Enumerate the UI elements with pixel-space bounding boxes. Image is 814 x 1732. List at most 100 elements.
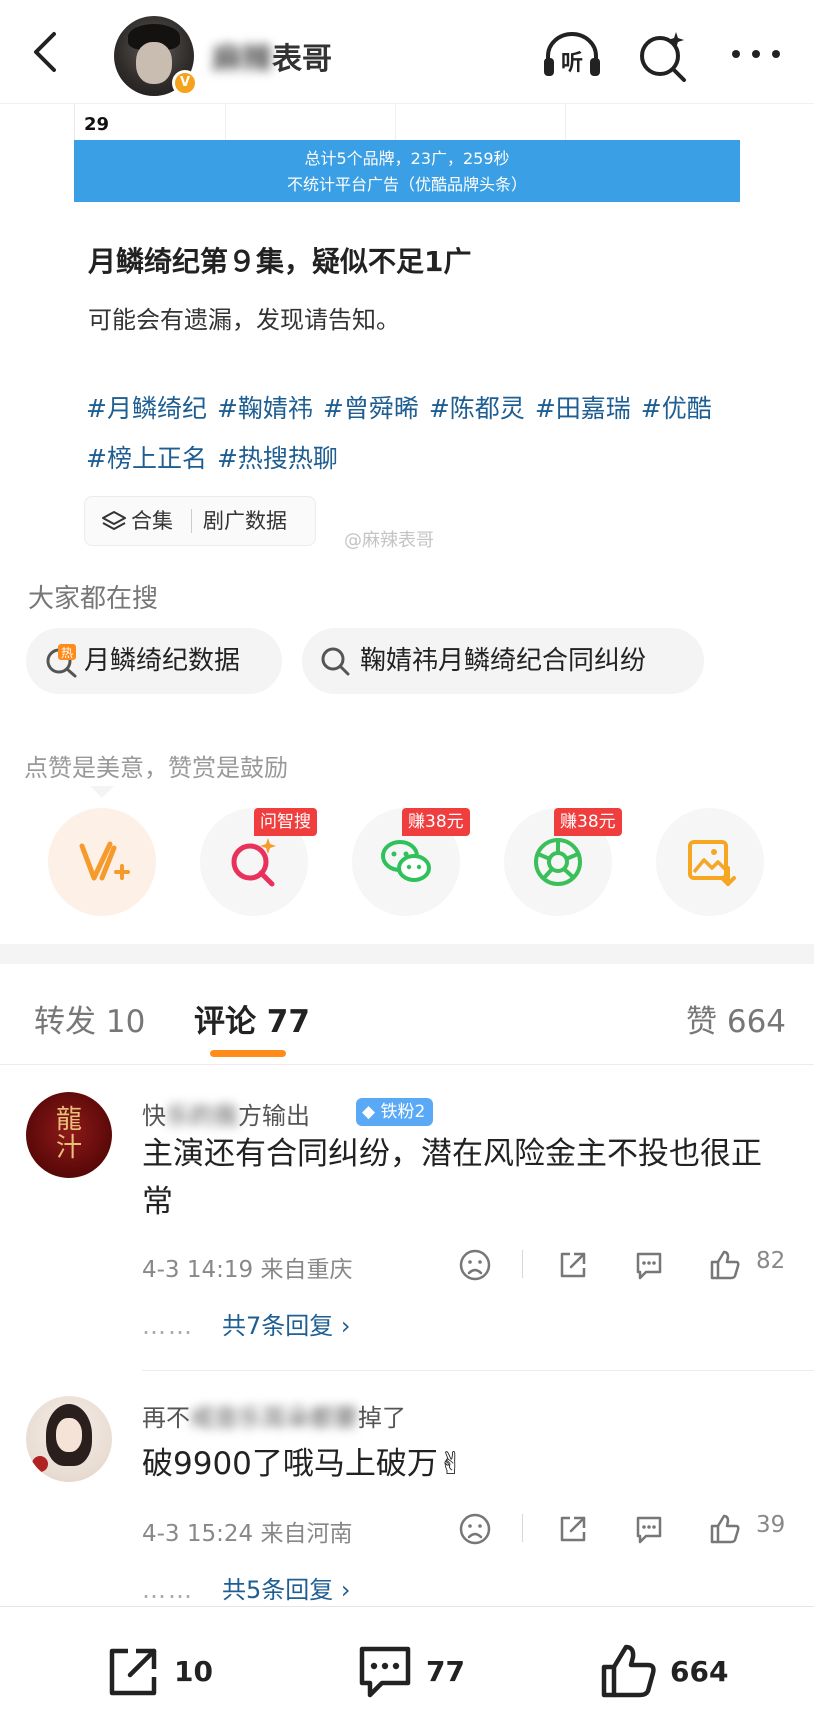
wechat-icon <box>381 840 431 882</box>
more-icon[interactable] <box>726 40 786 68</box>
avatar-face <box>56 1418 82 1452</box>
share-icon[interactable] <box>556 1248 590 1282</box>
post-title: 月鳞绮纪第９集，疑似不足1广 <box>88 245 472 278</box>
listen-label: 听 <box>561 51 583 76</box>
wechat-badge: 赚38元 <box>402 808 470 836</box>
active-tab-indicator <box>210 1050 286 1057</box>
replies-dots: …… <box>142 1576 194 1604</box>
tab-comments[interactable]: 评论 77 <box>194 996 310 1041</box>
comment-text: 主演还有合同纠纷，潜在风险金主不投也很正常 <box>142 1136 762 1220</box>
hashtag-link[interactable]: #月鳞绮纪 <box>86 394 207 423</box>
layers-icon <box>102 511 126 530</box>
dislike-face-icon[interactable] <box>458 1512 492 1546</box>
comment-toolbar: 82 <box>456 1244 796 1284</box>
like-button[interactable]: 664 <box>600 1643 750 1703</box>
moments-icon <box>534 838 582 886</box>
trending-search-item[interactable]: 鞠婧祎月鳞绮纪合同纠纷 <box>302 628 704 694</box>
avatar[interactable]: 龍汁 <box>26 1092 112 1178</box>
image-row-number: 29 <box>84 114 110 135</box>
save-image-button[interactable] <box>656 808 764 916</box>
author-name-end: 掉了 <box>358 1404 406 1432</box>
author-name-start: 快 <box>142 1102 166 1130</box>
image-watermark: @麻辣表哥 <box>344 530 434 551</box>
hashtag-link[interactable]: #田嘉瑞 <box>535 394 631 423</box>
comment-like-count: 82 <box>756 1248 786 1274</box>
trending-search-heading: 大家都在搜 <box>28 584 159 614</box>
thumbs-up-icon <box>601 1644 656 1698</box>
view-replies-link[interactable]: …… 共7条回复 › <box>142 1306 351 1341</box>
back-arrow-icon[interactable] <box>26 30 66 74</box>
tip-caret <box>90 786 114 798</box>
account-name[interactable]: 麻辣表哥 <box>212 34 332 78</box>
vplus-icon <box>79 841 130 881</box>
reward-tip: 点赞是美意，赞赏是鼓励 <box>24 754 288 782</box>
hashtag-link[interactable]: #鞠婧祎 <box>217 394 313 423</box>
hot-search-icon: 热 <box>46 644 77 678</box>
comment-meta: 4-3 15:24 来自河南 <box>142 1521 353 1547</box>
trending-search-item[interactable]: 热 月鳞绮纪数据 <box>26 628 282 694</box>
author-name-blurred: 乐的我 <box>166 1102 238 1130</box>
avatar-face <box>136 42 172 84</box>
post-subtitle: 可能会有遗漏，发现请告知。 <box>88 306 400 334</box>
comment-toolbar: 39 <box>456 1508 796 1548</box>
collection-separator <box>191 509 192 533</box>
image-summary-banner[interactable]: 总计5个品牌，23广，259秒 不统计平台广告（优酷品牌头条） <box>74 140 740 202</box>
hashtag-link[interactable]: #曾舜晞 <box>323 394 419 423</box>
hashtag-link[interactable]: #榜上正名 <box>86 444 207 473</box>
ask-search-badge: 问智搜 <box>254 808 317 836</box>
reply-icon[interactable] <box>632 1248 666 1282</box>
author-name-end: 方输出 <box>238 1102 310 1130</box>
comment-text: 破9900了哦马上破万✌ <box>142 1446 464 1482</box>
account-name-blurred: 麻辣 <box>212 42 272 77</box>
banner-line-1: 总计5个品牌，23广，259秒 <box>304 149 510 168</box>
replies-count: 共5条回复 › <box>222 1576 351 1604</box>
save-image-icon <box>688 840 736 886</box>
avatar[interactable] <box>26 1396 112 1482</box>
replies-count: 共7条回复 › <box>222 1312 351 1340</box>
replies-dots: …… <box>142 1312 194 1340</box>
comment-meta: 4-3 14:19 来自重庆 <box>142 1257 353 1283</box>
listen-icon[interactable]: 听 <box>540 28 604 80</box>
collection-name: 剧广数据 <box>203 509 287 533</box>
comment-button[interactable]: 77 <box>356 1643 476 1703</box>
repost-button[interactable]: 10 <box>104 1643 224 1703</box>
hashtag-link[interactable]: #优酷 <box>641 394 712 423</box>
trending-search-text: 月鳞绮纪数据 <box>84 646 241 676</box>
comment-author[interactable]: 快乐的我方输出 <box>142 1096 310 1131</box>
view-replies-link[interactable]: …… 共5条回复 › <box>142 1570 351 1605</box>
reply-icon[interactable] <box>632 1512 666 1546</box>
banner-line-2: 不统计平台广告（优酷品牌头条） <box>286 175 527 194</box>
search-spark-icon[interactable] <box>636 28 690 82</box>
author-name-start: 再不 <box>142 1404 190 1432</box>
toolbar-separator <box>522 1250 523 1278</box>
section-divider <box>0 944 814 964</box>
tab-repost[interactable]: 转发 10 <box>34 996 145 1041</box>
grid-line <box>225 104 226 140</box>
trending-search-text: 鞠婧祎月鳞绮纪合同纠纷 <box>360 646 647 676</box>
share-icon[interactable] <box>556 1512 590 1546</box>
hashtag-link[interactable]: #热搜热聊 <box>217 444 338 473</box>
repost-count: 10 <box>174 1655 213 1688</box>
post-image-grid[interactable] <box>74 104 740 140</box>
tabs-divider <box>0 1064 814 1065</box>
verified-badge-icon: V <box>172 70 198 96</box>
dislike-face-icon[interactable] <box>458 1248 492 1282</box>
collection-chip[interactable]: 合集 剧广数据 <box>84 496 316 546</box>
fan-level-badge: ◆ 铁粉2 <box>356 1098 434 1126</box>
tab-likes[interactable]: 赞 664 <box>686 996 786 1041</box>
ask-search-icon <box>231 838 276 887</box>
top-bar: V 麻辣表哥 听 <box>0 0 814 104</box>
hashtag-link[interactable]: #陈都灵 <box>429 394 525 423</box>
like-icon[interactable] <box>708 1512 742 1546</box>
vplus-button[interactable] <box>48 808 156 916</box>
grid-line <box>395 104 396 140</box>
collection-label: 合集 <box>131 509 173 533</box>
comment-author[interactable]: 再不戒音乐耳朵都要掉了 <box>142 1398 406 1433</box>
repost-icon <box>109 1648 157 1696</box>
bottom-action-bar: 10 77 664 <box>0 1606 814 1732</box>
like-icon[interactable] <box>708 1248 742 1282</box>
grid-line <box>565 104 566 140</box>
search-icon <box>321 647 350 676</box>
comment-like-count: 39 <box>756 1512 786 1538</box>
moments-badge: 赚38元 <box>554 808 622 836</box>
